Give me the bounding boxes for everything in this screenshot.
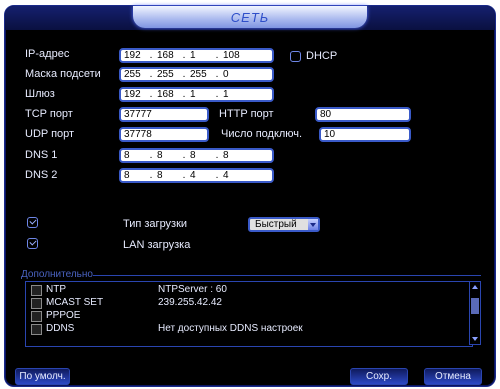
list-item-name: PPPOE — [46, 310, 81, 321]
gateway-label: Шлюз — [25, 88, 55, 100]
network-settings-window: СЕТЬ IP-адрес 192. 168. 1. 108 DHCP Маск… — [4, 5, 496, 387]
dns1-octet-3[interactable]: 8 — [187, 150, 214, 161]
lan-load-checkbox[interactable] — [27, 238, 38, 249]
connections-value: 10 — [324, 129, 336, 140]
dns1-label: DNS 1 — [25, 149, 58, 161]
scroll-up-icon[interactable] — [472, 285, 478, 289]
mask-octet-2[interactable]: 255 — [154, 69, 181, 80]
advanced-section-label: Дополнительно — [21, 269, 93, 280]
mask-octet-3[interactable]: 255 — [187, 69, 214, 80]
dns1-field[interactable]: 8. 8. 8. 8 — [119, 148, 274, 163]
list-item-value: 239.255.42.42 — [158, 297, 222, 308]
ip-octet-1[interactable]: 192 — [121, 50, 148, 61]
dns1-octet-2[interactable]: 8 — [154, 150, 181, 161]
gateway-octet-4[interactable]: 1 — [220, 89, 247, 100]
save-button[interactable]: Сохр. — [350, 368, 408, 385]
list-item-value: Нет доступных DDNS настроек — [158, 323, 303, 334]
dns2-field[interactable]: 8. 8. 4. 4 — [119, 168, 274, 183]
load-type-checkbox[interactable] — [27, 217, 38, 228]
dns2-octet-2[interactable]: 8 — [154, 170, 181, 181]
row-checkbox[interactable] — [31, 311, 42, 322]
ip-octet-3[interactable]: 1 — [187, 50, 214, 61]
dns2-octet-1[interactable]: 8 — [121, 170, 148, 181]
dns1-octet-1[interactable]: 8 — [121, 150, 148, 161]
tcp-port-value: 37777 — [124, 109, 152, 120]
http-port-label: HTTP порт — [219, 108, 274, 120]
dhcp-checkbox[interactable] — [290, 51, 301, 62]
list-item-value: NTPServer : 60 — [158, 284, 227, 295]
cancel-button[interactable]: Отмена — [424, 368, 482, 385]
connections-field[interactable]: 10 — [319, 127, 411, 142]
list-item[interactable]: NTP NTPServer : 60 — [26, 284, 456, 296]
gateway-field[interactable]: 192. 168. 1. 1 — [119, 87, 274, 102]
row-checkbox[interactable] — [31, 285, 42, 296]
scrollbar-thumb[interactable] — [471, 298, 479, 314]
tcp-port-label: TCP порт — [25, 108, 73, 120]
scroll-down-icon[interactable] — [472, 337, 478, 341]
chevron-down-icon[interactable] — [308, 219, 318, 230]
list-item[interactable]: PPPOE — [26, 310, 456, 322]
dns2-octet-3[interactable]: 4 — [187, 170, 214, 181]
lan-load-label: LAN загрузка — [123, 239, 191, 251]
http-port-field[interactable]: 80 — [315, 107, 411, 122]
dns1-octet-4[interactable]: 8 — [220, 150, 247, 161]
row-checkbox[interactable] — [31, 324, 42, 335]
ip-octet-2[interactable]: 168 — [154, 50, 181, 61]
udp-port-value: 37778 — [124, 129, 152, 140]
default-button[interactable]: По умолч. — [15, 368, 70, 385]
list-item[interactable]: DDNS Нет доступных DDNS настроек — [26, 323, 456, 335]
list-item[interactable]: MCAST SET 239.255.42.42 — [26, 297, 456, 309]
gateway-octet-3[interactable]: 1 — [187, 89, 214, 100]
dns2-octet-4[interactable]: 4 — [220, 170, 247, 181]
udp-port-label: UDP порт — [25, 128, 75, 140]
dhcp-label: DHCP — [306, 50, 338, 62]
gateway-octet-2[interactable]: 168 — [154, 89, 181, 100]
list-item-name: MCAST SET — [46, 297, 104, 308]
advanced-list: NTP NTPServer : 60 MCAST SET 239.255.42.… — [25, 281, 473, 347]
gateway-octet-1[interactable]: 192 — [121, 89, 148, 100]
dns2-label: DNS 2 — [25, 169, 58, 181]
mask-octet-1[interactable]: 255 — [121, 69, 148, 80]
subnet-mask-field[interactable]: 255. 255. 255. 0 — [119, 67, 274, 82]
mask-octet-4[interactable]: 0 — [220, 69, 247, 80]
ip-address-label: IP-адрес — [25, 48, 70, 60]
ip-address-field[interactable]: 192. 168. 1. 108 — [119, 48, 274, 63]
udp-port-field[interactable]: 37778 — [119, 127, 209, 142]
ip-octet-4[interactable]: 108 — [220, 50, 247, 61]
load-type-label: Тип загрузки — [123, 218, 188, 230]
section-divider — [93, 275, 481, 276]
tcp-port-field[interactable]: 37777 — [119, 107, 209, 122]
window-title: СЕТЬ — [230, 10, 270, 25]
row-checkbox[interactable] — [31, 298, 42, 309]
title-tab: СЕТЬ — [133, 6, 367, 28]
subnet-mask-label: Маска подсети — [25, 68, 101, 80]
list-item-name: DDNS — [46, 323, 75, 334]
load-type-value: Быстрый — [255, 219, 297, 230]
http-port-value: 80 — [320, 109, 332, 120]
connections-label: Число подключ. — [221, 128, 303, 140]
list-item-name: NTP — [46, 284, 66, 295]
list-scrollbar[interactable] — [469, 281, 481, 345]
title-bar: СЕТЬ — [5, 6, 495, 30]
load-type-dropdown[interactable]: Быстрый — [248, 217, 320, 232]
